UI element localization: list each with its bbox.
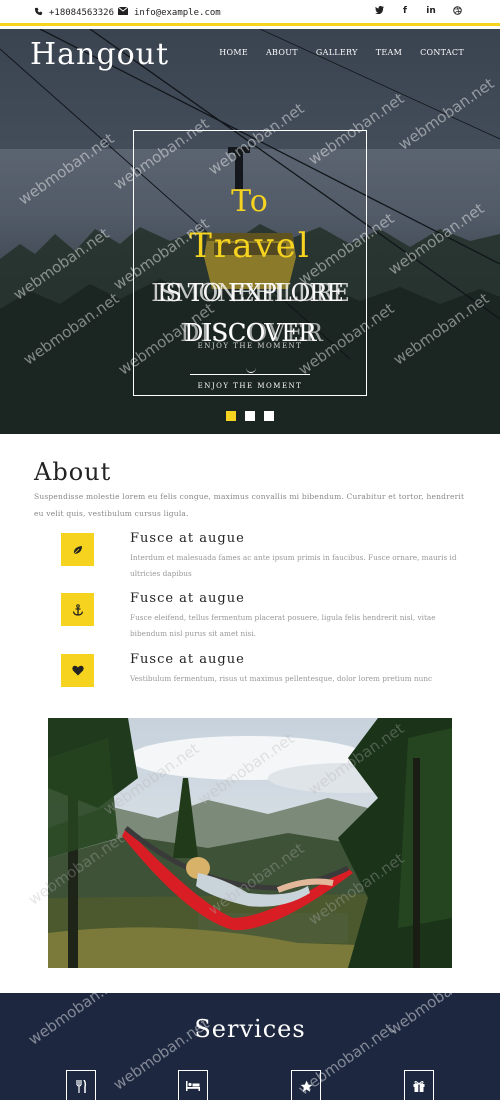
slide-subtitle-overlay: ISMONEHILDRE bbox=[151, 279, 350, 307]
phone-icon bbox=[34, 7, 43, 19]
email-address: info@example.com bbox=[134, 7, 221, 18]
services-section: Services bbox=[0, 993, 500, 1102]
about-intro: Suspendisse molestie lorem eu felis cong… bbox=[34, 492, 465, 518]
slider-dot-3[interactable] bbox=[264, 411, 274, 421]
dribbble-icon[interactable] bbox=[452, 6, 462, 16]
slide-title-main: Travel bbox=[189, 226, 311, 266]
gift-icon[interactable] bbox=[404, 1070, 434, 1102]
slider-dots bbox=[226, 411, 274, 421]
slider-dot-1[interactable] bbox=[226, 411, 236, 421]
nav-contact[interactable]: CONTACT bbox=[420, 48, 464, 57]
phone-contact[interactable]: +18084563326 bbox=[34, 7, 114, 19]
bed-icon[interactable] bbox=[178, 1070, 208, 1102]
facebook-icon[interactable]: f bbox=[400, 6, 410, 16]
slide-tagline-overlay: ENJOY THE MOMENT bbox=[197, 342, 303, 350]
slide-title-top: To bbox=[231, 184, 269, 219]
about-title: About bbox=[34, 458, 112, 486]
brand-logo[interactable]: Hangout bbox=[30, 37, 169, 72]
anchor-icon bbox=[61, 593, 94, 626]
main-nav: HOME ABOUT GALLERY TEAM CONTACT bbox=[219, 48, 500, 57]
leaf-icon bbox=[61, 533, 94, 566]
slider-dot-2[interactable] bbox=[245, 411, 255, 421]
feature-desc: Vestibulum fermentum, risus ut maximus p… bbox=[130, 674, 433, 683]
hammock-photo bbox=[48, 718, 452, 968]
feature-title: Fusce at augue bbox=[130, 652, 245, 667]
twitter-icon[interactable] bbox=[374, 6, 384, 16]
heart-icon bbox=[61, 654, 94, 687]
nav-gallery[interactable]: GALLERY bbox=[316, 48, 358, 57]
slide-tagline: ENJOY THE MOMENT bbox=[197, 382, 303, 390]
feature-desc: Interdum et malesuada fames ac ante ipsu… bbox=[130, 553, 457, 578]
feature-desc: Fusce eleifend, tellus fermentum placera… bbox=[130, 613, 436, 638]
feature-title: Fusce at augue bbox=[130, 531, 245, 546]
nav-home[interactable]: HOME bbox=[219, 48, 248, 57]
linkedin-icon[interactable]: in bbox=[426, 6, 436, 16]
nav-team[interactable]: TEAM bbox=[376, 48, 402, 57]
phone-number: +18084563326 bbox=[49, 8, 115, 18]
star-icon[interactable] bbox=[291, 1070, 321, 1102]
nav-about[interactable]: ABOUT bbox=[266, 48, 298, 57]
feature-title: Fusce at augue bbox=[130, 591, 245, 606]
top-bar: +18084563326 info@example.com f in bbox=[0, 0, 500, 26]
slide-divider bbox=[190, 374, 310, 375]
cutlery-icon[interactable] bbox=[66, 1070, 96, 1102]
services-title: Services bbox=[194, 1015, 306, 1043]
email-contact[interactable]: info@example.com bbox=[117, 6, 221, 18]
social-links: f in bbox=[374, 6, 462, 16]
hero-banner: Hangout HOME ABOUT GALLERY TEAM CONTACT … bbox=[0, 29, 500, 434]
envelope-icon bbox=[117, 6, 129, 18]
